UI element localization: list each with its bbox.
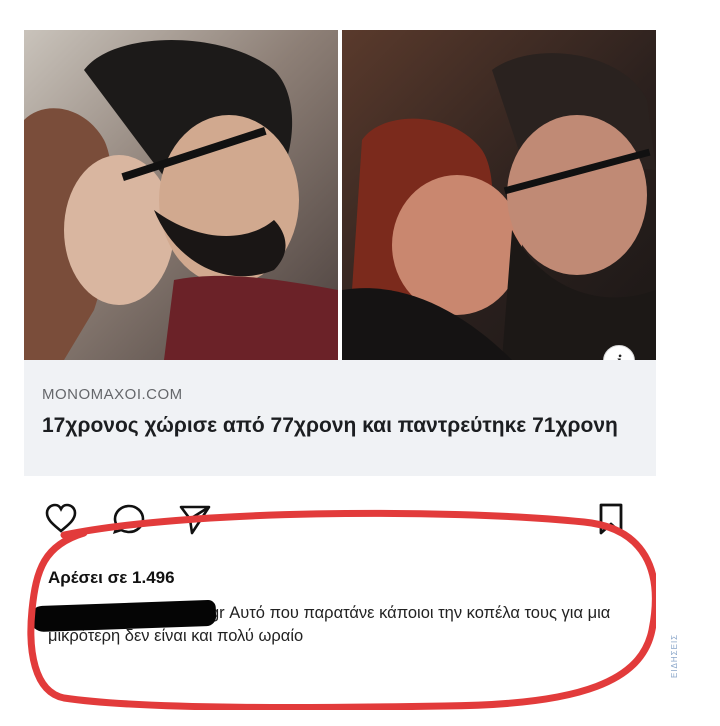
post-card: i MONOMAXOI.COM 17χρονος χώρισε από 77χρ…	[24, 30, 679, 710]
watermark: ΕΙΔΗΣΕΙΣ	[670, 633, 679, 678]
annotation-circle	[27, 509, 656, 710]
